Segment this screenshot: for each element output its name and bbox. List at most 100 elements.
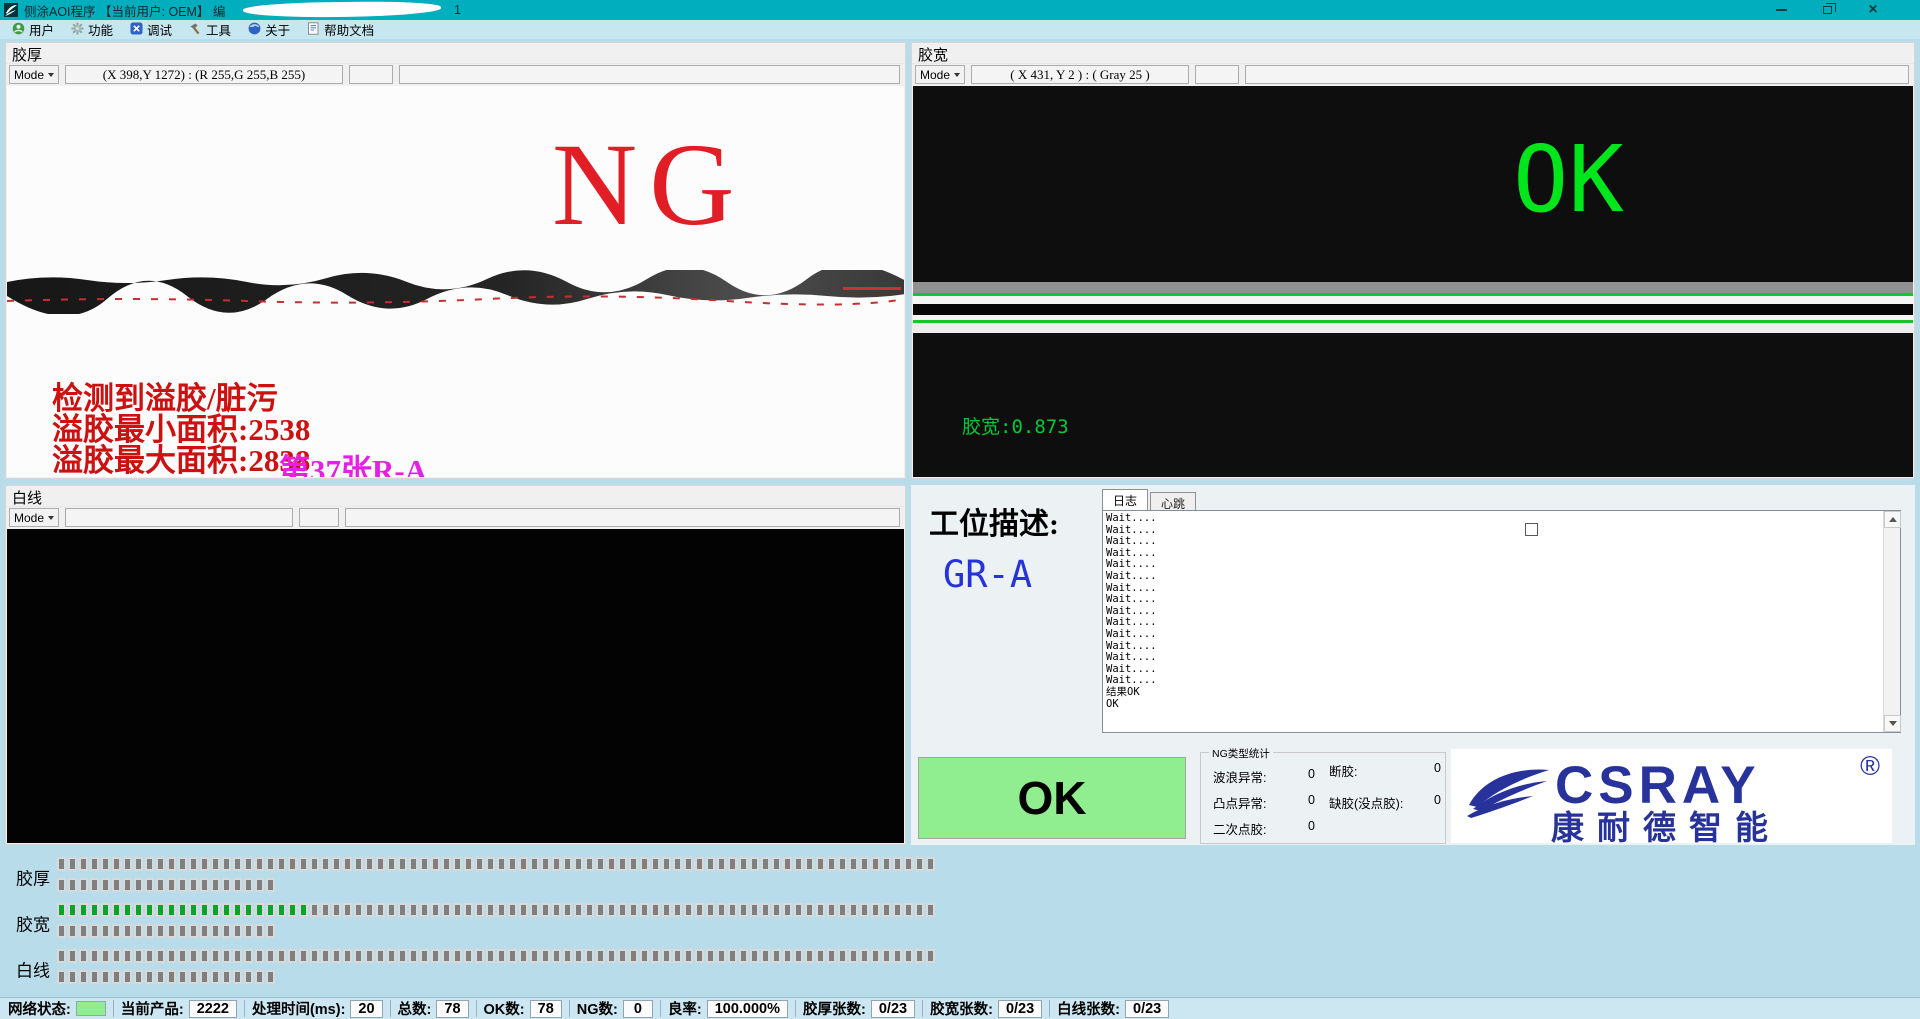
glue-width-mode-dropdown[interactable]: Mode	[915, 65, 965, 84]
close-button[interactable]: ×	[1850, 0, 1896, 20]
menu-item-help[interactable]: 帮助文档	[301, 20, 385, 39]
grid-group-label: 白线	[16, 956, 50, 981]
frame-square	[222, 949, 231, 963]
frame-square	[90, 857, 99, 871]
statusbar-value: 78	[436, 1000, 468, 1018]
menu-item-features[interactable]: 功能	[65, 20, 124, 39]
frame-square	[816, 903, 825, 917]
white-line-info-field	[345, 508, 900, 527]
white-line-mode-dropdown[interactable]: Mode	[9, 508, 59, 527]
frame-square	[365, 903, 374, 917]
frame-square	[123, 924, 132, 938]
glue-thickness-mode-dropdown[interactable]: Mode	[9, 65, 59, 84]
frame-square	[662, 857, 671, 871]
frame-square	[134, 970, 143, 984]
frame-square	[310, 857, 319, 871]
statusbar-label: 白线张数:	[1057, 998, 1120, 1019]
ng-stat-label: 断胶:	[1329, 761, 1357, 780]
app-logo-icon	[4, 3, 18, 17]
statusbar-divider	[113, 1000, 114, 1017]
frame-square	[475, 903, 484, 917]
frame-square	[68, 857, 77, 871]
frame-square	[167, 878, 176, 892]
frame-square	[167, 949, 176, 963]
frame-square	[288, 903, 297, 917]
frame-square	[101, 903, 110, 917]
mode-label: Mode	[14, 511, 44, 525]
frame-square	[893, 903, 902, 917]
glue-width-image[interactable]: OK 胶宽:0.873	[913, 86, 1913, 477]
frame-square	[662, 949, 671, 963]
glue-thickness-image[interactable]: NG 检测到溢胶/脏污 溢胶最小面积:2538 溢胶最大面积:2838 第37张…	[7, 86, 904, 477]
statusbar-value: 0/23	[871, 1000, 915, 1018]
features-icon	[71, 22, 84, 38]
about-icon	[248, 22, 261, 38]
frame-square	[860, 949, 869, 963]
frame-square	[783, 903, 792, 917]
statusbar-label: 处理时间(ms):	[252, 998, 345, 1019]
statusbar-value: 0/23	[1125, 1000, 1169, 1018]
frame-square	[288, 949, 297, 963]
panel-glue-thickness: 胶厚 Mode (X 398,Y 1272) : (R 255,G 255,B …	[5, 42, 906, 479]
menu-item-about[interactable]: 关于	[242, 20, 301, 39]
frame-square-row	[57, 924, 1920, 942]
ng-stats-column-2: 断胶:0缺胶(没点胶):0	[1329, 761, 1441, 825]
frame-square	[321, 949, 330, 963]
frame-square	[156, 878, 165, 892]
scroll-up-button[interactable]	[1884, 511, 1901, 528]
frame-square	[90, 878, 99, 892]
frame-square	[585, 857, 594, 871]
frame-square	[178, 949, 187, 963]
frame-square	[266, 878, 275, 892]
log-scrollbar[interactable]	[1883, 511, 1900, 732]
tab-heartbeat[interactable]: 心跳	[1150, 492, 1196, 510]
menu-item-user[interactable]: 用户	[6, 20, 65, 39]
frame-square	[508, 903, 517, 917]
log-checkbox[interactable]	[1525, 523, 1538, 536]
frame-square	[68, 949, 77, 963]
frame-square	[299, 949, 308, 963]
frame-square	[651, 903, 660, 917]
tab-log[interactable]: 日志	[1102, 489, 1148, 510]
frame-square	[134, 857, 143, 871]
frame-square	[156, 949, 165, 963]
frame-square	[640, 949, 649, 963]
log-box[interactable]: Wait.... Wait.... Wait.... Wait.... Wait…	[1102, 510, 1901, 733]
frame-square	[904, 903, 913, 917]
frame-square	[486, 857, 495, 871]
menu-item-debug[interactable]: 调试	[124, 20, 183, 39]
frame-square	[134, 924, 143, 938]
ok-result-text: OK	[1513, 134, 1624, 226]
scroll-down-button[interactable]	[1884, 715, 1901, 732]
frame-square	[541, 857, 550, 871]
frame-square	[607, 903, 616, 917]
frame-square	[926, 857, 935, 871]
ng-stat-row: 波浪异常:0	[1213, 767, 1315, 786]
frame-square	[244, 924, 253, 938]
frame-square	[189, 903, 198, 917]
frame-square	[222, 924, 231, 938]
frame-square	[904, 857, 913, 871]
statusbar-value: 20	[350, 1000, 382, 1018]
frame-square	[354, 857, 363, 871]
frame-square	[112, 949, 121, 963]
frame-square	[310, 903, 319, 917]
restore-button[interactable]	[1804, 0, 1850, 20]
frame-square	[420, 949, 429, 963]
grid-group-label: 胶宽	[16, 910, 50, 935]
menu-item-tools[interactable]: 工具	[183, 20, 242, 39]
defect-message-lines: 检测到溢胶/脏污 溢胶最小面积:2538 溢胶最大面积:2838	[52, 383, 310, 476]
glue-width-small-field	[1195, 65, 1239, 84]
frame-square	[530, 857, 539, 871]
frame-square	[299, 857, 308, 871]
minimize-button[interactable]	[1758, 0, 1804, 20]
station-description-label: 工位描述:	[929, 499, 1059, 543]
frame-square	[123, 857, 132, 871]
frame-square	[112, 857, 121, 871]
white-line-image[interactable]	[7, 529, 904, 843]
frame-square	[101, 949, 110, 963]
statusbar-divider	[569, 1000, 570, 1017]
frame-square	[57, 857, 66, 871]
frame-square	[750, 903, 759, 917]
frame-square	[332, 903, 341, 917]
